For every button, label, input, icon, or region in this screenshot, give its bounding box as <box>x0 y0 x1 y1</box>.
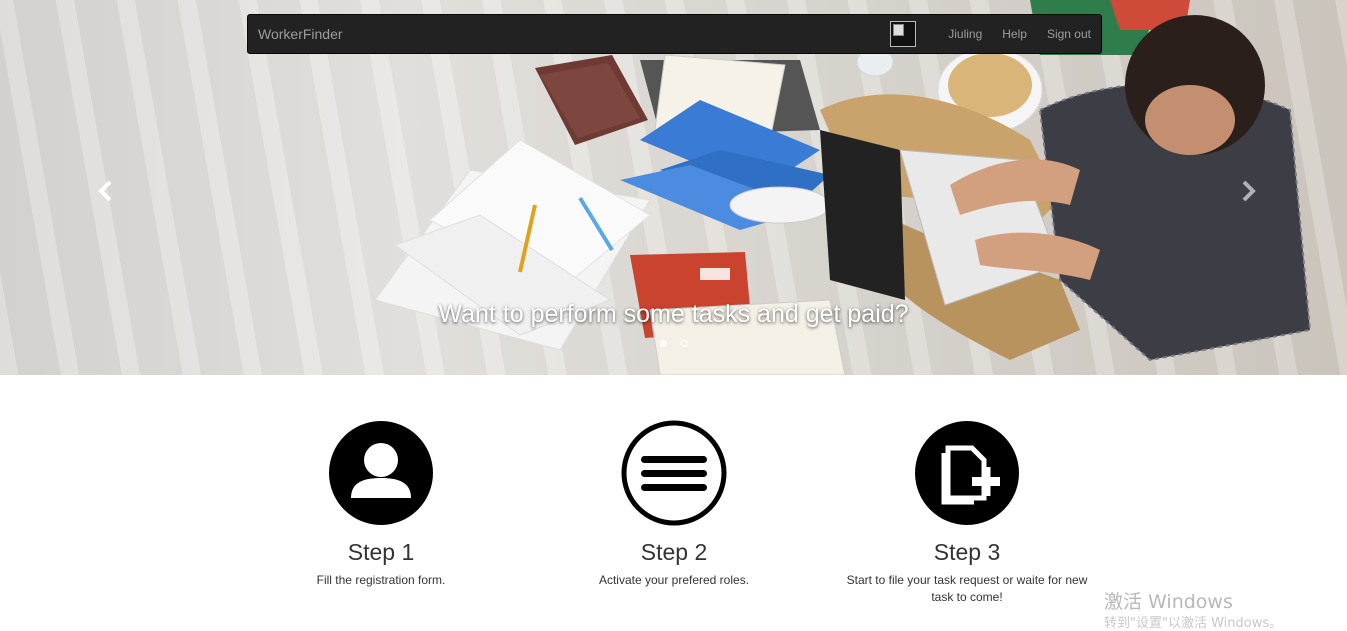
nav-user-link[interactable]: Jiuling <box>938 15 992 53</box>
nav-signout-link[interactable]: Sign out <box>1037 15 1101 53</box>
activation-watermark-subtext: 转到"设置"以激活 Windows。 <box>1104 616 1283 631</box>
add-document-icon <box>915 421 1019 525</box>
chevron-left-icon[interactable] <box>92 176 122 206</box>
carousel-indicator-1[interactable] <box>660 340 667 347</box>
step-1-desc: Fill the registration form. <box>316 573 446 587</box>
step-1-title: Step 1 <box>347 539 415 565</box>
hero-carousel: WorkerFinder Jiuling Help Sign out Want … <box>0 0 1347 375</box>
user-avatar[interactable] <box>890 21 916 47</box>
step-2-title: Step 2 <box>640 539 708 565</box>
carousel-caption: Want to perform some tasks and get paid? <box>438 300 909 328</box>
nav-links: Jiuling Help Sign out <box>938 15 1101 53</box>
user-icon <box>329 421 433 525</box>
carousel-indicator-2[interactable] <box>681 340 688 347</box>
menu-icon <box>621 420 727 526</box>
brand-logo[interactable]: WorkerFinder <box>258 26 343 42</box>
top-navbar: WorkerFinder Jiuling Help Sign out <box>247 14 1102 54</box>
step-3: Step 3 Start to file your task request o… <box>837 420 1097 606</box>
step-2: Step 2 Activate your prefered roles. <box>544 420 804 589</box>
step-2-desc: Activate your prefered roles. <box>598 573 750 587</box>
activation-watermark: 激活 Windows <box>1104 591 1233 613</box>
nav-help-link[interactable]: Help <box>992 15 1037 53</box>
step-3-title: Step 3 <box>933 539 1001 565</box>
chevron-right-icon[interactable] <box>1232 176 1262 206</box>
step-1: Step 1 Fill the registration form. <box>251 420 511 589</box>
step-3-desc: Start to file your task request or waite… <box>846 573 1088 604</box>
